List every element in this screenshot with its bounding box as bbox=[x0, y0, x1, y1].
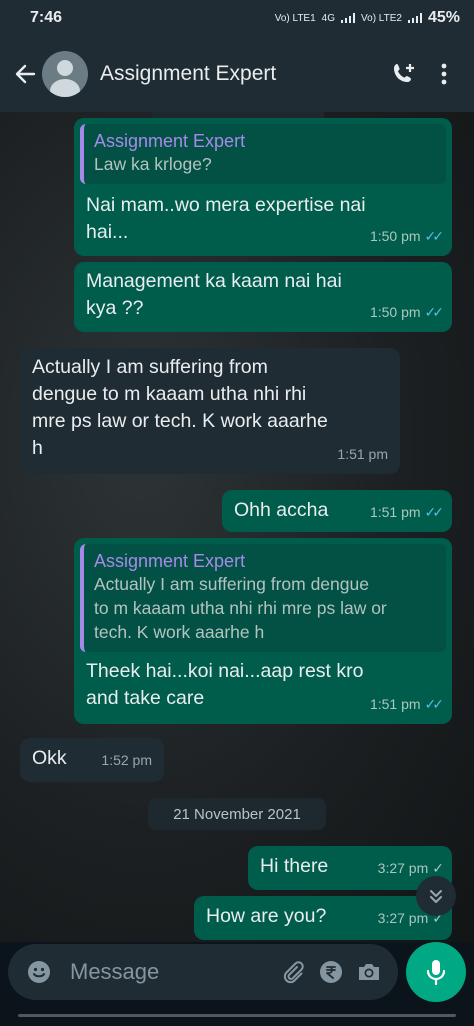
battery-level: 45% bbox=[427, 9, 460, 26]
nav-handle bbox=[162, 1014, 312, 1017]
message-time: 1:51 pm bbox=[369, 696, 421, 712]
message-composer[interactable]: Message bbox=[8, 944, 398, 1000]
message-time: 1:51 pm bbox=[337, 446, 388, 462]
chat-header: Assignment Expert bbox=[0, 36, 474, 112]
chat-area[interactable]: Assignment Expert Law ka krloge? Nai mam… bbox=[0, 112, 474, 942]
message-text-line: dengue to m kaaam utha nhi rhi bbox=[32, 383, 307, 405]
message-time: 1:51 pm bbox=[369, 504, 421, 520]
message-incoming[interactable]: Actually I am suffering from dengue to m… bbox=[20, 348, 400, 474]
read-ticks-icon: ✓✓ bbox=[424, 228, 445, 244]
message-input[interactable]: Message bbox=[70, 959, 274, 985]
quoted-message[interactable]: Assignment Expert Actually I am sufferin… bbox=[80, 544, 446, 652]
attach-icon[interactable] bbox=[274, 953, 312, 991]
mic-icon[interactable] bbox=[406, 942, 466, 1002]
camera-icon[interactable] bbox=[350, 953, 388, 991]
nav-handle bbox=[306, 1014, 456, 1017]
signal-icon-2 bbox=[407, 13, 422, 23]
message-text-line: h bbox=[32, 437, 43, 459]
message-outgoing[interactable]: Ohh accha 1:51 pm ✓✓ bbox=[222, 490, 452, 532]
quoted-text-line: tech. K work aaarhe h bbox=[94, 622, 265, 642]
message-outgoing[interactable]: How are you? 3:27 pm ✓ bbox=[194, 896, 452, 940]
message-text-line: mre ps law or tech. K work aaarhe bbox=[32, 410, 328, 432]
quoted-text-line: to m kaaam utha nhi rhi mre ps law or bbox=[94, 598, 387, 618]
message-text-line: Actually I am suffering from bbox=[32, 356, 268, 378]
message-time: 1:52 pm bbox=[101, 752, 152, 768]
add-call-icon[interactable] bbox=[384, 54, 424, 94]
network-label-3: Vo) LTE2 bbox=[361, 12, 402, 24]
status-bar: 7:46 Vo) LTE1 4G Vo) LTE2 45% bbox=[0, 0, 474, 36]
date-chip: 21 November 2021 bbox=[148, 798, 326, 830]
back-arrow-icon[interactable] bbox=[10, 59, 40, 89]
quoted-text: Law ka krloge? bbox=[94, 154, 212, 174]
network-label-2: 4G bbox=[321, 12, 336, 24]
quoted-sender: Assignment Expert bbox=[94, 551, 246, 571]
read-ticks-icon: ✓✓ bbox=[424, 304, 445, 320]
message-incoming[interactable]: Okk 1:52 pm bbox=[20, 738, 164, 782]
read-ticks-icon: ✓✓ bbox=[424, 696, 445, 712]
message-text-line: Nai mam..wo mera expertise nai bbox=[86, 194, 366, 216]
network-label-1: Vo) LTE1 bbox=[274, 12, 316, 24]
quoted-message[interactable]: Assignment Expert Law ka krloge? bbox=[80, 124, 446, 184]
contact-name[interactable]: Assignment Expert bbox=[100, 62, 384, 86]
signal-icon bbox=[341, 13, 356, 23]
message-time: 1:50 pm bbox=[369, 228, 421, 244]
read-ticks-icon: ✓✓ bbox=[424, 504, 445, 520]
avatar[interactable] bbox=[42, 51, 88, 97]
rupee-payment-icon[interactable] bbox=[312, 953, 350, 991]
message-text-line: Theek hai...koi nai...aap rest kro bbox=[86, 660, 364, 682]
emoji-icon[interactable] bbox=[20, 953, 58, 991]
more-vertical-icon[interactable] bbox=[424, 54, 464, 94]
message-text-line: Management ka kaam nai hai bbox=[86, 270, 342, 292]
quoted-text-line: Actually I am suffering from dengue bbox=[94, 574, 369, 594]
nav-handle bbox=[18, 1014, 168, 1017]
status-time: 7:46 bbox=[30, 9, 63, 26]
scroll-down-icon[interactable] bbox=[416, 876, 456, 916]
quoted-sender: Assignment Expert bbox=[94, 131, 246, 151]
message-outgoing[interactable]: Assignment Expert Law ka krloge? Nai mam… bbox=[74, 118, 452, 256]
message-time: 1:50 pm bbox=[369, 304, 421, 320]
status-icons: Vo) LTE1 4G Vo) LTE2 45% bbox=[275, 9, 460, 27]
message-time: 3:27 pm bbox=[377, 860, 429, 876]
message-outgoing[interactable]: Assignment Expert Actually I am sufferin… bbox=[74, 538, 452, 724]
message-outgoing[interactable]: Management ka kaam nai hai kya ?? 1:50 p… bbox=[74, 262, 452, 332]
